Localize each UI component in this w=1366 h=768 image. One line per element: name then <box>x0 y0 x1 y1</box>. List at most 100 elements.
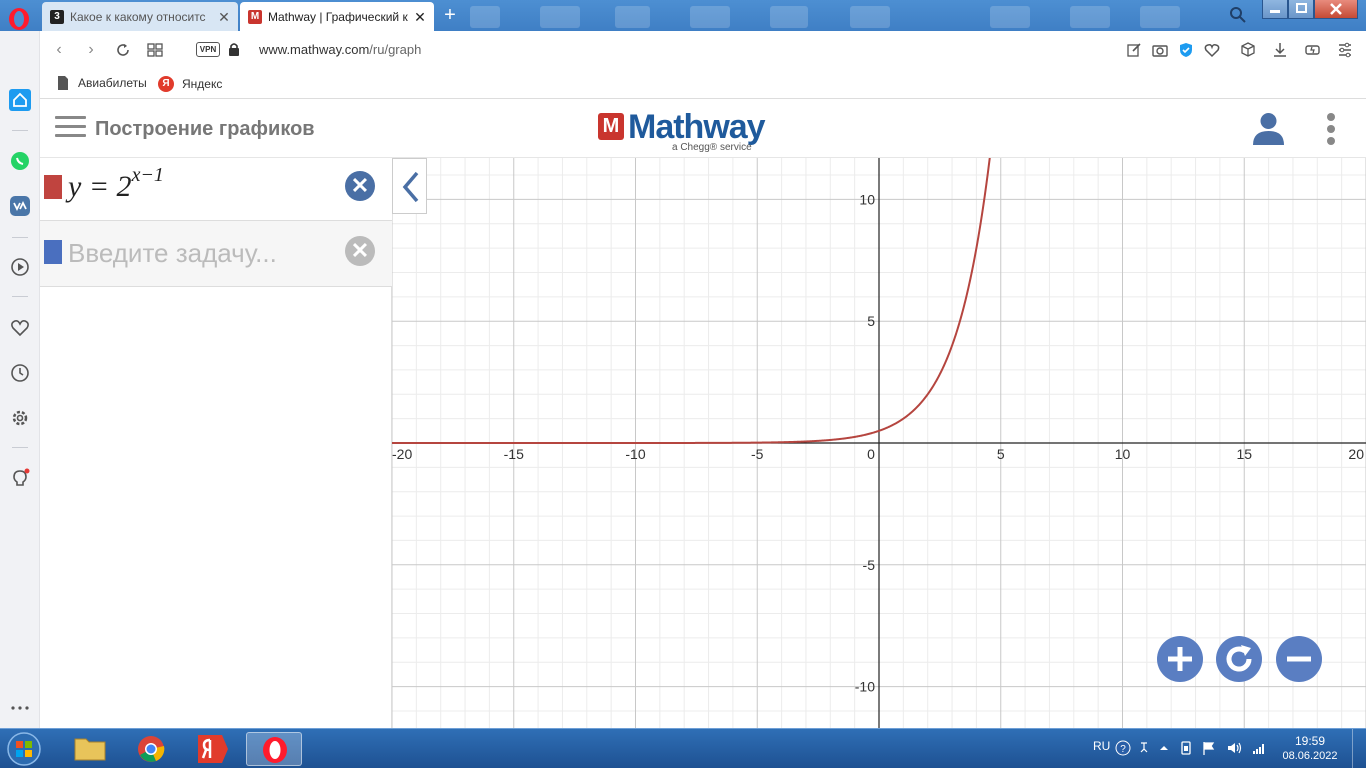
zoom-out-button[interactable] <box>1276 636 1322 682</box>
sidebar-separator <box>12 237 28 238</box>
back-arrow-icon[interactable]: ‹ <box>50 41 68 59</box>
home-icon[interactable] <box>9 89 31 111</box>
whatsapp-icon[interactable] <box>9 150 31 172</box>
desktop-ghost <box>615 6 650 28</box>
download-icon[interactable] <box>1271 41 1289 59</box>
x-tick-label: -5 <box>751 446 764 462</box>
tray-device-icon[interactable] <box>1178 740 1194 756</box>
y-tick-label: 5 <box>867 313 875 329</box>
windows-start-icon[interactable] <box>4 731 44 767</box>
edit-pencil-icon[interactable] <box>1125 41 1143 59</box>
heart-icon[interactable] <box>9 317 31 339</box>
x-tick-label: 0 <box>867 446 875 462</box>
battery-saver-icon[interactable] <box>1304 41 1322 59</box>
more-options-icon[interactable] <box>1327 113 1337 147</box>
camera-icon[interactable] <box>1151 41 1169 59</box>
tab-search-icon[interactable] <box>1228 5 1248 25</box>
address-bar: ‹ › VPN www.mathway.com/ru/graph <box>40 31 1366 69</box>
language-indicator[interactable]: RU <box>1093 739 1110 753</box>
chevron-left-icon <box>402 171 419 203</box>
expression-formula[interactable]: y = 2x−1 <box>68 164 164 204</box>
adblock-shield-icon[interactable] <box>1177 41 1195 59</box>
taskbar-chrome[interactable] <box>123 732 179 766</box>
windows-taskbar: RU ? 19:59 08.06.2022 <box>0 728 1366 768</box>
x-tick-label: 10 <box>1115 446 1131 462</box>
tray-network-settings-icon[interactable] <box>1136 740 1152 756</box>
reset-zoom-button[interactable] <box>1216 636 1262 682</box>
more-dots-icon[interactable] <box>9 697 31 719</box>
tab-close-icon[interactable]: ✕ <box>218 10 230 24</box>
zoom-in-button[interactable] <box>1157 636 1203 682</box>
action-center-flag-icon[interactable] <box>1201 740 1217 756</box>
taskbar-explorer[interactable] <box>62 732 118 766</box>
url-field[interactable]: www.mathway.com/ru/graph <box>259 42 421 57</box>
expression-row[interactable]: y = 2x−1 ✕ <box>40 158 392 221</box>
tabs-grid-icon[interactable] <box>146 41 164 59</box>
extensions-cube-icon[interactable] <box>1239 41 1257 59</box>
vk-icon[interactable] <box>9 195 31 217</box>
window-close-button[interactable] <box>1314 0 1358 19</box>
color-swatch[interactable] <box>44 240 62 264</box>
opera-icon <box>263 737 287 763</box>
page-title: Построение графиков <box>95 118 315 140</box>
opera-sidebar <box>0 31 40 728</box>
settings-gear-icon[interactable] <box>9 407 31 429</box>
player-icon[interactable] <box>9 256 31 278</box>
user-account-icon[interactable] <box>1252 111 1285 145</box>
bookmark-heart-icon[interactable] <box>1203 41 1221 59</box>
document-icon <box>58 76 68 90</box>
desktop-ghost <box>690 6 730 28</box>
reload-icon[interactable] <box>114 41 132 59</box>
history-icon[interactable] <box>9 362 31 384</box>
new-tab-button[interactable]: + <box>440 5 460 25</box>
bookmark-yandex[interactable]: Я Яндекс <box>158 76 222 92</box>
collapse-panel-button[interactable] <box>392 158 427 214</box>
desktop-ghost <box>470 6 500 28</box>
y-tick-label: 10 <box>859 191 875 207</box>
minimize-button[interactable] <box>1262 0 1288 19</box>
system-clock[interactable]: 19:59 08.06.2022 <box>1282 734 1338 764</box>
opera-menu-icon[interactable] <box>7 7 31 31</box>
hamburger-menu-icon[interactable] <box>55 116 86 140</box>
tab-close-icon[interactable]: ✕ <box>414 10 426 24</box>
mathway-tagline: a Chegg® service <box>672 142 752 153</box>
x-tick-label: 20 <box>1348 446 1364 462</box>
tab-mathway[interactable]: M Mathway | Графический ка ✕ <box>240 2 434 31</box>
forward-arrow-icon[interactable]: › <box>82 41 100 59</box>
expression-input[interactable]: Введите задачу... <box>68 238 277 269</box>
mathway-icon: M <box>248 9 262 24</box>
lightbulb-icon[interactable] <box>9 468 31 490</box>
folder-icon <box>74 738 106 761</box>
lock-icon[interactable] <box>229 42 239 56</box>
vpn-badge[interactable]: VPN <box>196 42 220 57</box>
network-signal-icon[interactable] <box>1251 740 1267 756</box>
yandex-browser-icon <box>198 735 228 763</box>
mathway-logo[interactable]: M Mathway a Chegg® service <box>598 108 788 156</box>
y-tick-label: -5 <box>863 557 876 573</box>
formula-base: y = 2 <box>68 170 132 203</box>
show-desktop-button[interactable] <box>1352 729 1366 768</box>
expression-row[interactable]: Введите задачу... ✕ <box>40 221 392 287</box>
volume-icon[interactable] <box>1226 740 1242 756</box>
taskbar-opera[interactable] <box>246 732 302 766</box>
sidebar-separator <box>12 447 28 448</box>
bookmark-label: Авиабилеты <box>78 76 147 90</box>
plus-icon <box>1168 647 1192 671</box>
znanija-icon: 3 <box>50 9 64 24</box>
help-icon[interactable]: ? <box>1115 740 1131 756</box>
maximize-button[interactable] <box>1288 0 1314 19</box>
clear-expression-button[interactable]: ✕ <box>345 236 375 266</box>
tab-znanija[interactable]: 3 Какое к какому относитс ✕ <box>42 2 238 31</box>
color-swatch[interactable] <box>44 175 62 199</box>
desktop-ghost <box>850 6 890 28</box>
tray-expand-arrow-icon[interactable] <box>1156 740 1172 756</box>
sidebar-separator <box>12 296 28 297</box>
taskbar-yandex-browser[interactable] <box>184 732 240 766</box>
graph-canvas[interactable]: -20 -15 -10 -5 0 5 10 15 20 -10 -5 5 10 <box>392 158 1366 728</box>
clear-expression-button[interactable]: ✕ <box>345 171 375 201</box>
mathway-logo-mark: M <box>598 113 624 140</box>
x-tick-label: -15 <box>504 446 524 462</box>
easy-setup-icon[interactable] <box>1336 41 1354 59</box>
bookmark-aviabilety[interactable]: Авиабилеты <box>56 76 147 90</box>
desktop-ghost <box>990 6 1030 28</box>
